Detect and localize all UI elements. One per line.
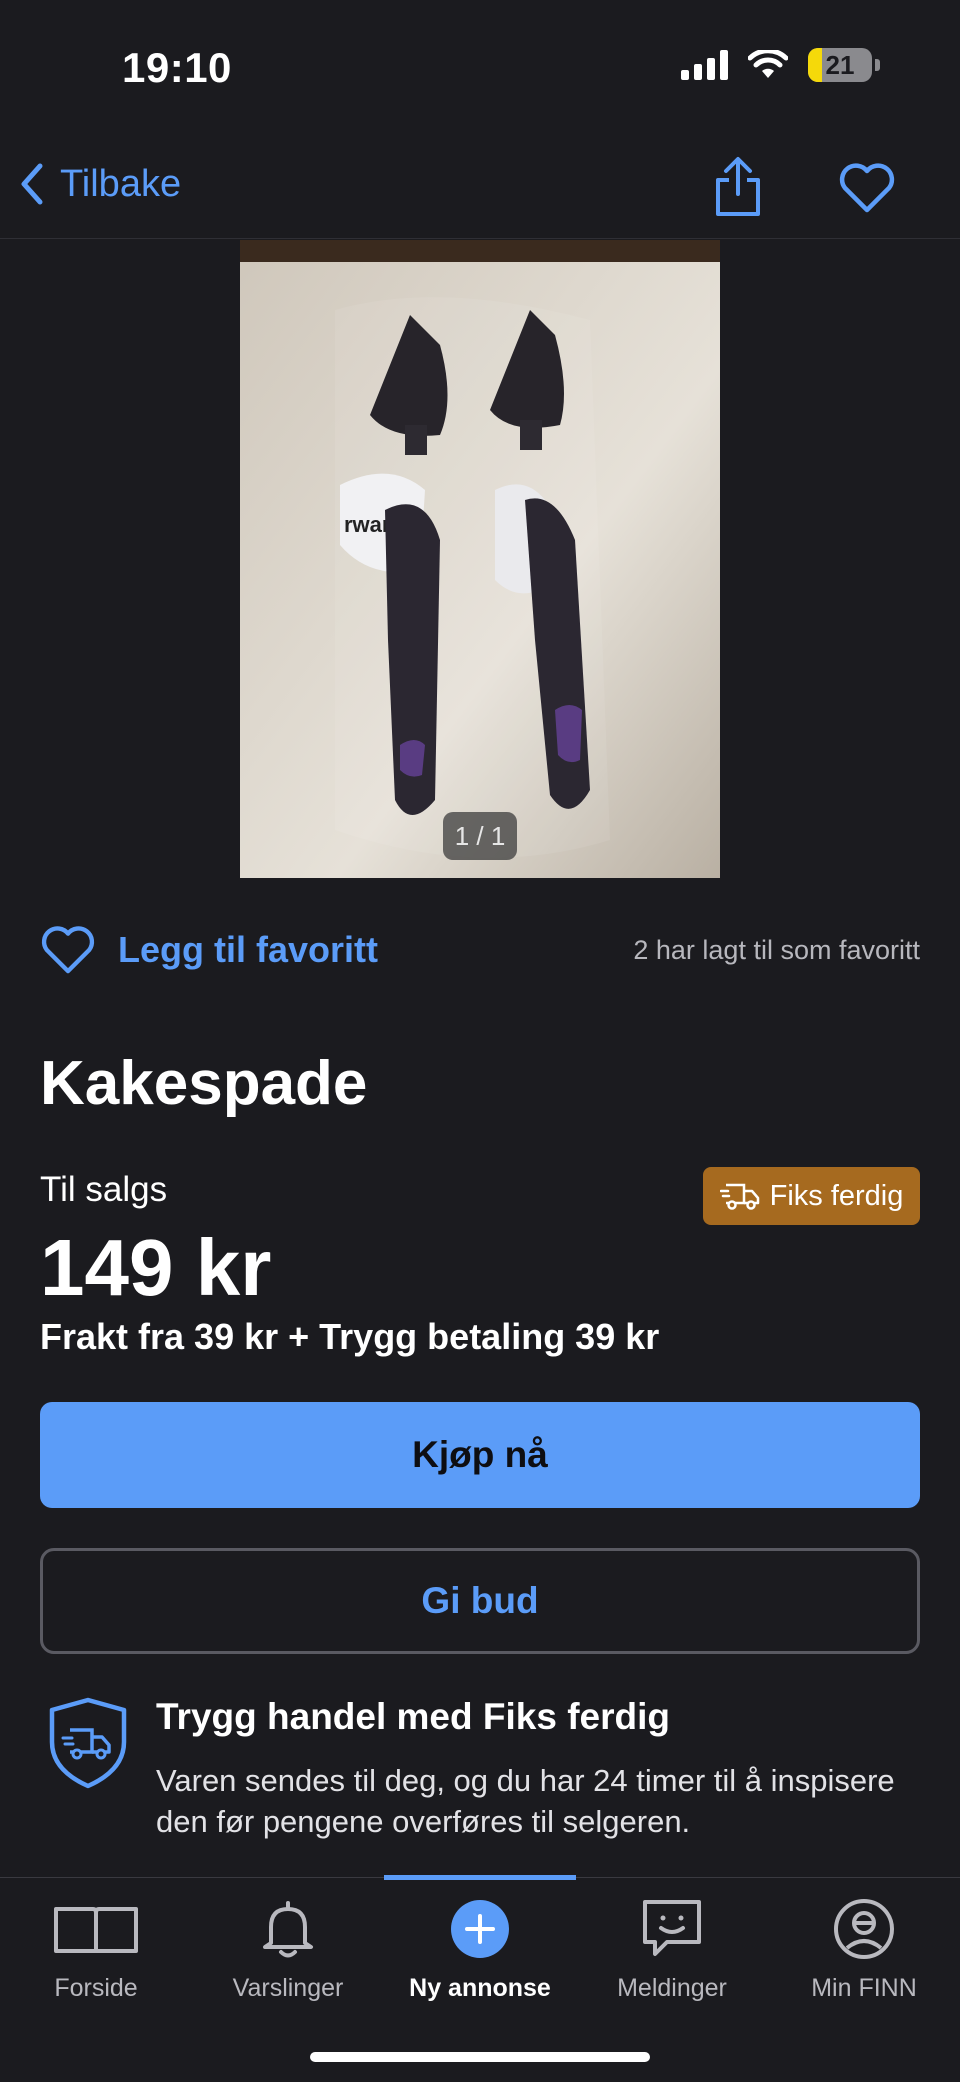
heart-icon bbox=[41, 926, 95, 974]
tab-label: Min FINN bbox=[811, 1974, 917, 2002]
buy-now-button[interactable]: Kjøp nå bbox=[40, 1402, 920, 1508]
favorite-count: 2 har lagt til som favoritt bbox=[633, 934, 920, 965]
share-icon[interactable] bbox=[712, 156, 764, 218]
safe-trade-title: Trygg handel med Fiks ferdig bbox=[156, 1696, 670, 1737]
shield-truck-icon bbox=[49, 1697, 127, 1789]
back-label: Tilbake bbox=[60, 162, 182, 205]
delivery-truck-icon bbox=[719, 1183, 759, 1210]
status-time: 19:10 bbox=[122, 44, 232, 91]
chevron-left-icon bbox=[21, 163, 43, 205]
favorite-heart-icon[interactable] bbox=[838, 162, 896, 214]
tab-label: Ny annonse bbox=[409, 1974, 551, 2002]
listing-title: Kakespade bbox=[40, 1049, 368, 1118]
add-favorite-label[interactable]: Legg til favoritt bbox=[118, 929, 378, 971]
book-icon bbox=[54, 1907, 138, 1953]
favorite-row[interactable]: Legg til favoritt 2 har lagt til som fav… bbox=[40, 920, 920, 980]
battery-icon: 21 bbox=[808, 48, 872, 82]
battery-level: 21 bbox=[825, 49, 855, 80]
wifi-icon bbox=[748, 50, 788, 78]
status-icons: 21 bbox=[681, 48, 880, 82]
profile-icon bbox=[834, 1899, 894, 1959]
listing-price: 149 kr bbox=[40, 1223, 272, 1312]
photo-counter: 1 / 1 bbox=[443, 812, 517, 860]
listing-status: Til salgs bbox=[40, 1170, 168, 1209]
tab-min-finn[interactable]: Min FINN bbox=[768, 1894, 960, 2003]
plus-circle-icon bbox=[451, 1900, 509, 1958]
tab-varslinger[interactable]: Varslinger bbox=[192, 1894, 384, 2003]
tab-label: Meldinger bbox=[617, 1974, 727, 2002]
cake-server-photo: rwar bbox=[240, 240, 720, 878]
active-tab-indicator bbox=[384, 1875, 576, 1880]
listing-photo[interactable]: rwar 1 / 1 bbox=[240, 240, 720, 878]
shipping-info: Frakt fra 39 kr + Trygg betaling 39 kr bbox=[40, 1316, 660, 1357]
tab-meldinger[interactable]: Meldinger bbox=[576, 1894, 768, 2003]
tab-label: Varslinger bbox=[232, 1974, 344, 2002]
chat-icon bbox=[643, 1900, 701, 1956]
navigation-bar: Tilbake bbox=[0, 140, 960, 239]
fiks-ferdig-badge: Fiks ferdig bbox=[703, 1167, 920, 1225]
safe-trade-text: Varen sendes til deg, og du har 24 timer… bbox=[156, 1763, 895, 1839]
tab-forside[interactable]: Forside bbox=[0, 1894, 192, 2003]
home-indicator[interactable] bbox=[310, 2052, 650, 2062]
tab-ny-annonse[interactable]: Ny annonse bbox=[384, 1894, 576, 2003]
back-button[interactable]: Tilbake bbox=[20, 162, 181, 206]
signal-icon bbox=[681, 50, 728, 80]
bell-icon bbox=[263, 1901, 313, 1958]
make-offer-button[interactable]: Gi bud bbox=[40, 1548, 920, 1654]
tab-label: Forside bbox=[54, 1974, 138, 2002]
badge-label: Fiks ferdig bbox=[769, 1179, 904, 1212]
